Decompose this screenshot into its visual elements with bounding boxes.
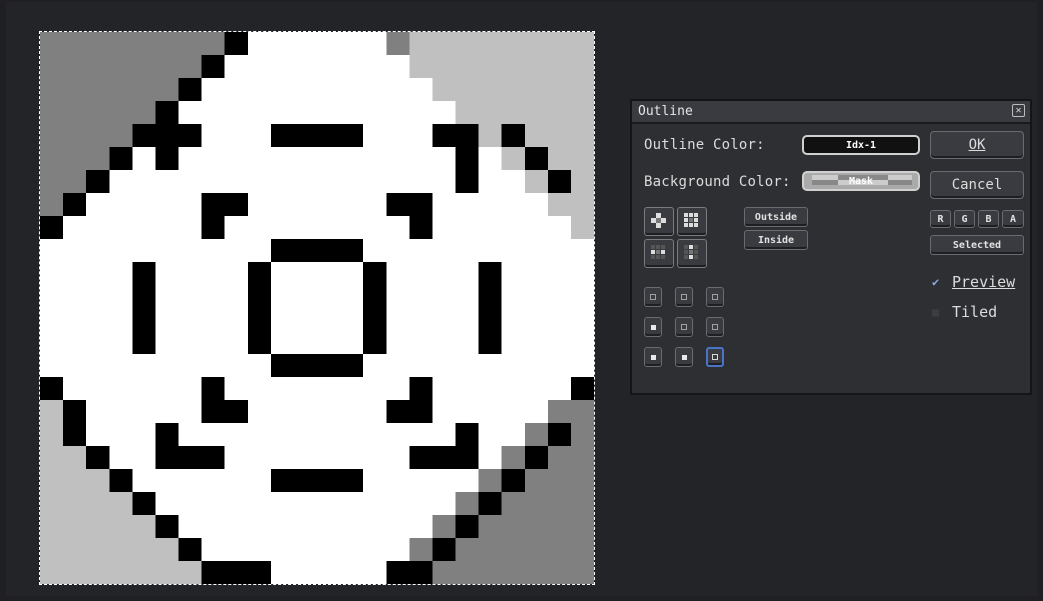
outline-color-button[interactable]: Idx-1 <box>802 135 920 155</box>
dot-icon <box>681 324 687 330</box>
pattern-horizontal-button[interactable] <box>644 239 674 268</box>
unchecked-box-icon: ■ <box>932 305 940 319</box>
selected-label: Selected <box>952 239 1002 251</box>
dot-icon <box>682 355 687 360</box>
horizontal-pattern-icon <box>651 245 665 259</box>
place-outside-label: Outside <box>754 211 798 223</box>
cancel-label: Cancel <box>951 177 1003 193</box>
sprite-canvas[interactable] <box>39 31 595 585</box>
place-inside-label: Inside <box>757 234 795 246</box>
selected-button[interactable]: Selected <box>930 235 1024 255</box>
channel-r-button[interactable]: R <box>930 210 951 228</box>
pattern-vertical-button[interactable] <box>677 239 707 268</box>
dot-icon <box>712 294 718 300</box>
matrix-cell-1-1[interactable] <box>675 317 693 337</box>
cancel-button[interactable]: Cancel <box>930 171 1024 199</box>
ok-label: OK <box>968 137 986 153</box>
channel-a-label: A <box>1009 213 1017 225</box>
channel-b-button[interactable]: B <box>978 210 999 228</box>
outline-color-value: Idx-1 <box>845 139 877 151</box>
matrix-cell-0-0[interactable] <box>644 287 662 307</box>
outline-color-label: Outline Color: <box>644 137 765 153</box>
tiled-label: Tiled <box>952 303 998 321</box>
pattern-square-button[interactable] <box>677 207 707 236</box>
background-color-value: Mask <box>848 175 874 187</box>
channel-g-label: G <box>961 213 968 225</box>
dot-icon <box>650 294 656 300</box>
square-pattern-icon <box>684 213 698 227</box>
dot-icon <box>712 354 718 360</box>
close-icon[interactable]: ✕ <box>1012 104 1025 117</box>
background-color-label: Background Color: <box>644 174 791 190</box>
background-color-button[interactable]: Mask <box>802 171 920 191</box>
preview-label: Preview <box>952 273 1016 291</box>
dot-icon <box>712 324 718 330</box>
pixel-canvas[interactable] <box>40 32 594 584</box>
pattern-circle-button[interactable] <box>644 207 674 236</box>
matrix-cell-2-2[interactable] <box>706 347 724 367</box>
matrix-cell-0-1[interactable] <box>675 287 693 307</box>
dialog-titlebar[interactable]: Outline ✕ <box>632 101 1030 124</box>
dialog-title: Outline <box>638 104 693 119</box>
channel-r-label: R <box>937 213 944 225</box>
channel-b-label: B <box>985 213 992 225</box>
dot-icon <box>651 355 656 360</box>
check-icon: ✔ <box>932 275 940 289</box>
matrix-cell-1-0[interactable] <box>644 317 662 337</box>
dot-icon <box>651 325 656 330</box>
place-outside-button[interactable]: Outside <box>744 207 808 227</box>
ok-button[interactable]: OK <box>930 131 1024 159</box>
place-inside-button[interactable]: Inside <box>744 230 808 250</box>
channel-a-button[interactable]: A <box>1002 210 1024 228</box>
dot-icon <box>681 294 687 300</box>
matrix-cell-0-2[interactable] <box>706 287 724 307</box>
matrix-cell-2-1[interactable] <box>675 347 693 367</box>
tiled-checkbox[interactable]: ■ Tiled <box>932 303 997 321</box>
app-window: Outline ✕ Outline Color: Idx-1 Backgroun… <box>0 0 1043 601</box>
vertical-pattern-icon <box>684 245 698 259</box>
outline-dialog: Outline ✕ Outline Color: Idx-1 Backgroun… <box>630 99 1032 395</box>
circle-pattern-icon <box>651 213 666 228</box>
channel-g-button[interactable]: G <box>954 210 975 228</box>
preview-checkbox[interactable]: ✔ Preview <box>932 273 1015 291</box>
matrix-cell-2-0[interactable] <box>644 347 662 367</box>
matrix-cell-1-2[interactable] <box>706 317 724 337</box>
